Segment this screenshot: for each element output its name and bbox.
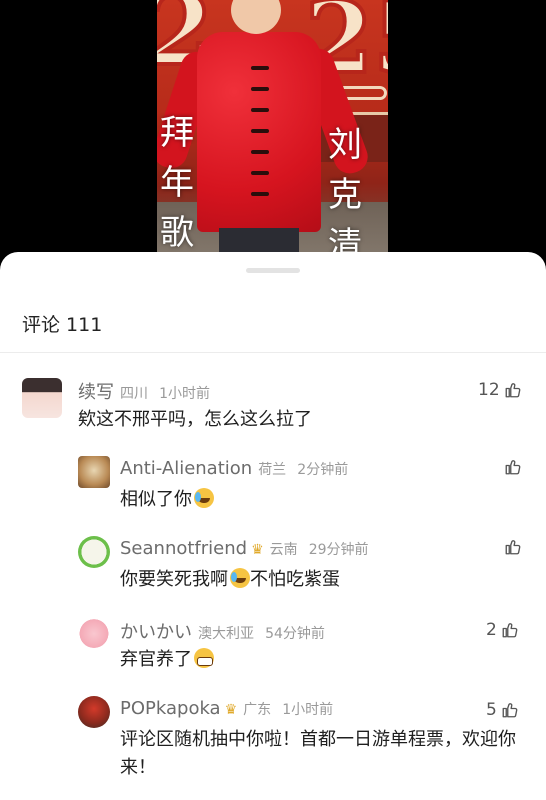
laughing-crying-emoji	[194, 488, 214, 508]
grinning-emoji	[194, 648, 214, 668]
divider	[0, 352, 546, 353]
thumbs-up-icon	[505, 540, 521, 555]
thumbs-up-icon	[502, 623, 518, 638]
cat-avatar[interactable]	[78, 456, 110, 488]
thumbs-up-icon	[505, 460, 521, 475]
like-count: 12	[478, 380, 500, 400]
thumbs-up-icon	[505, 383, 520, 398]
reply-time: 54分钟前	[265, 626, 325, 642]
reply-location: 云南	[269, 542, 298, 558]
comments-sheet: 评论 111 续写 四川 1小时前 欸这不邢平吗，怎么这么拉了 12 Anti-A…	[0, 252, 546, 800]
comments-title: 评论 111	[22, 314, 103, 336]
reply-username[interactable]: Seannotfriend	[120, 538, 247, 559]
reply-time: 1小时前	[282, 702, 334, 718]
reply-time: 29分钟前	[308, 542, 369, 558]
video-caption-left: 拜 年 歌	[160, 113, 194, 253]
like-button[interactable]: 12	[478, 380, 522, 400]
comment-text: 欸这不邢平吗，怎么这么拉了	[78, 409, 312, 430]
reply-location: 广东	[243, 702, 272, 718]
like-count: 5	[486, 700, 497, 720]
video-frame: 2 25 拜 年 歌 刘 克 清	[157, 0, 388, 262]
video-player[interactable]: 2 25 拜 年 歌 刘 克 清	[0, 0, 546, 262]
laughing-crying-emoji	[230, 568, 250, 588]
like-count: 2	[486, 620, 497, 640]
illustrated-avatar[interactable]	[78, 696, 110, 728]
reply-item: Anti-Alienation 荷兰 2分钟前 相似了你	[0, 452, 546, 522]
reply-text: 弃官养了	[120, 646, 480, 674]
crown-badge: ♛	[224, 702, 238, 718]
thumbs-up-icon	[502, 703, 518, 718]
reply-text: 你要笑死我啊 不怕吃紫蛋	[120, 568, 340, 590]
anime-girl-avatar[interactable]	[22, 378, 62, 418]
drag-handle[interactable]	[246, 268, 300, 273]
reply-item: POPkapoka ♛ 广东 1小时前 评论区随机抽中你啦！首都一日游单程票，欢迎你…	[0, 692, 546, 792]
reply-username[interactable]: POPkapoka	[120, 698, 221, 719]
reply-location: 澳大利亚	[198, 626, 254, 642]
comment-username[interactable]: 续写	[78, 382, 114, 403]
comment-item: 续写 四川 1小时前 欸这不邢平吗，怎么这么拉了 12	[0, 370, 546, 440]
reply-username[interactable]: Anti-Alienation	[120, 458, 252, 479]
pig-avatar[interactable]	[78, 616, 110, 648]
reply-username[interactable]: かいかい	[120, 622, 192, 643]
reply-item: かいかい 澳大利亚 54分钟前 弃官养了 2	[0, 612, 546, 682]
like-button[interactable]: 5	[486, 700, 519, 720]
reply-location: 荷兰	[258, 462, 287, 478]
cartoon-avatar[interactable]	[78, 536, 110, 568]
like-button[interactable]	[504, 538, 522, 556]
video-caption-right: 刘 克 清	[328, 125, 362, 262]
like-button[interactable]	[504, 458, 522, 476]
like-button[interactable]: 2	[486, 620, 519, 640]
reply-item: Seannotfriend ♛ 云南 29分钟前 你要笑死我啊 不怕吃紫蛋	[0, 532, 546, 602]
reply-text: 评论区随机抽中你啦！首都一日游单程票，欢迎你来！	[120, 729, 516, 778]
reply-text: 相似了你	[120, 486, 480, 514]
comment-location: 四川	[120, 386, 148, 402]
reply-time: 2分钟前	[297, 462, 349, 478]
crown-badge: ♛	[251, 542, 264, 558]
comment-time: 1小时前	[159, 386, 211, 402]
